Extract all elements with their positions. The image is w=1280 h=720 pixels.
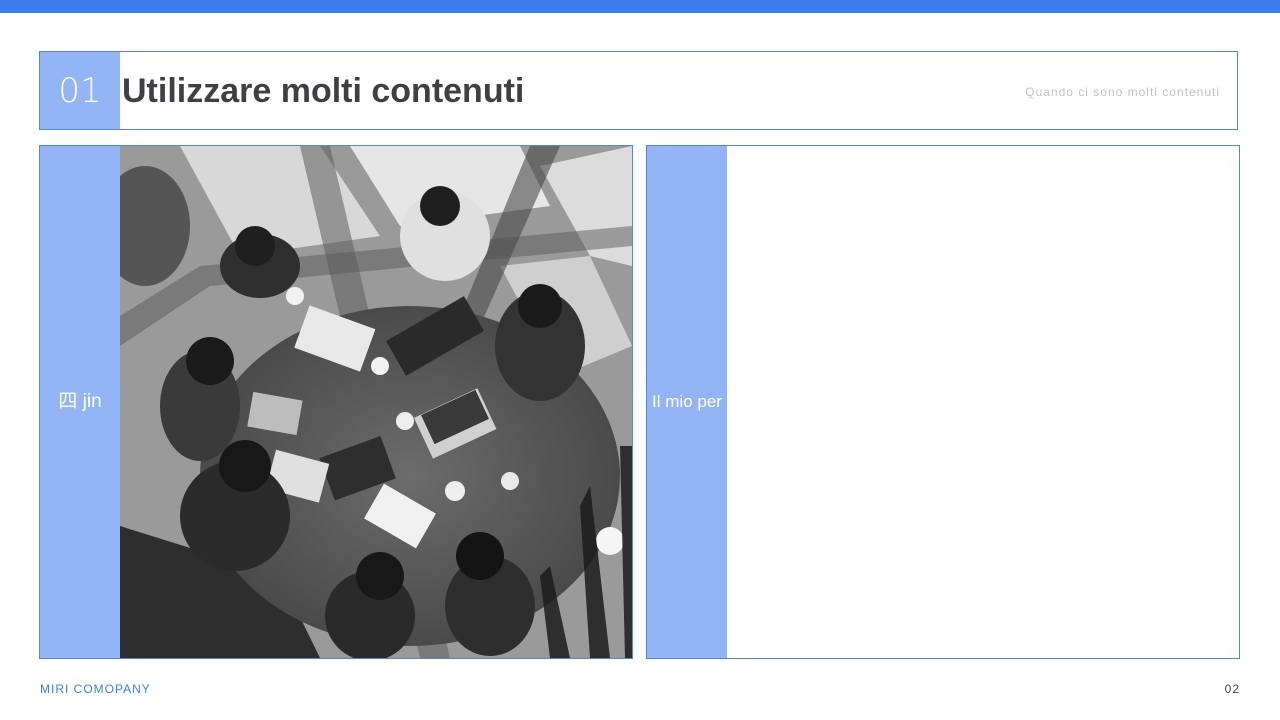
section-number: 01 (40, 52, 120, 129)
image-card: 四 jin (39, 145, 633, 659)
text-card-label[interactable]: Il mio per (647, 146, 727, 658)
page-subtitle[interactable]: Quando ci sono molti contenuti (1025, 85, 1220, 99)
meeting-photo-illustration (120, 146, 632, 658)
image-card-label[interactable]: 四 jin (40, 146, 120, 658)
meeting-photo[interactable] (120, 146, 632, 658)
page-number: 02 (1224, 682, 1240, 696)
text-card: Il mio per (646, 145, 1240, 659)
top-accent-bar (0, 0, 1280, 13)
slide-header: 01 Utilizzare molti contenuti Quando ci … (39, 51, 1238, 130)
page-title[interactable]: Utilizzare molti contenuti (122, 70, 524, 112)
company-name: MIRI COMOPANY (40, 682, 151, 696)
